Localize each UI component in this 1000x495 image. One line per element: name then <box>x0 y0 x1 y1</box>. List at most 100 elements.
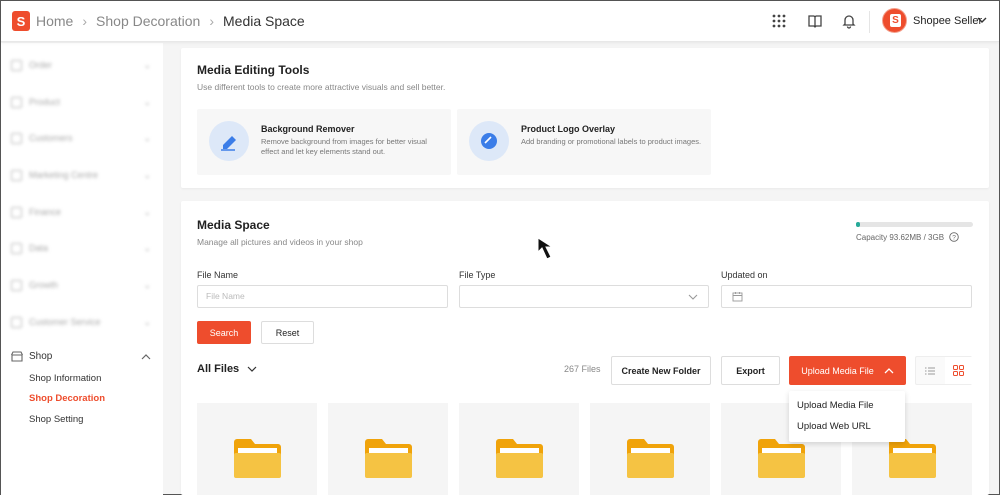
chevron-down-icon: ⌄ <box>143 59 151 70</box>
sidebar-item-shop-decoration[interactable]: Shop Decoration <box>29 393 105 404</box>
sidebar-item-finance[interactable]: Finance ⌄ <box>11 204 151 220</box>
tool-description: Add branding or promotional labels to pr… <box>521 137 702 146</box>
section-title: Media Editing Tools <box>197 63 310 77</box>
chevron-down-icon[interactable] <box>977 15 987 25</box>
section-description: Manage all pictures and videos in your s… <box>197 237 363 247</box>
chevron-down-icon: ⌄ <box>143 132 151 143</box>
sidebar-item-marketing[interactable]: Marketing Centre ⌄ <box>11 167 151 183</box>
order-icon <box>11 59 22 71</box>
chevron-down-icon: ⌄ <box>143 242 151 253</box>
folder-tile[interactable] <box>328 403 448 495</box>
breadcrumb-shop-decoration[interactable]: Shop Decoration <box>96 13 200 29</box>
sidebar-item-product[interactable]: Product ⌄ <box>11 94 151 110</box>
finance-icon <box>11 206 22 218</box>
chevron-down-icon <box>247 366 257 372</box>
sidebar-item-label: Product <box>29 97 61 107</box>
folder-icon <box>627 439 674 478</box>
chevron-right-icon: › <box>209 13 214 29</box>
chevron-down-icon: ⌄ <box>143 206 151 217</box>
folder-icon <box>758 439 805 478</box>
grid-view-button[interactable] <box>945 357 972 384</box>
capacity-text: Capacity 93.62MB / 3GB ? <box>856 232 960 242</box>
shop-icon <box>11 351 23 362</box>
file-name-label: File Name <box>197 270 239 280</box>
upload-media-file-button[interactable]: Upload Media File <box>789 356 906 385</box>
product-icon <box>11 96 22 108</box>
calendar-icon <box>732 292 743 302</box>
file-name-input[interactable]: File Name <box>197 285 448 308</box>
eraser-icon <box>209 121 249 161</box>
chevron-down-icon: ⌄ <box>143 96 151 107</box>
book-icon[interactable] <box>807 13 823 29</box>
product-logo-overlay-tool[interactable]: Product Logo Overlay Add branding or pro… <box>457 109 711 175</box>
folder-tile[interactable] <box>459 403 579 495</box>
folder-tile[interactable] <box>590 403 710 495</box>
chevron-down-icon <box>688 294 698 300</box>
folder-tile[interactable] <box>197 403 317 495</box>
view-toggle <box>915 356 972 385</box>
sidebar: Order ⌄ Product ⌄ Customers ⌄ Marketing Cen… <box>1 43 163 495</box>
apps-grid-icon[interactable] <box>771 13 787 29</box>
chevron-up-icon <box>884 367 894 373</box>
sidebar-item-order[interactable]: Order ⌄ <box>11 57 151 73</box>
sidebar-item-customers[interactable]: Customers ⌄ <box>11 130 151 146</box>
breadcrumb-home[interactable]: Home <box>36 13 73 29</box>
sidebar-item-shop-setting[interactable]: Shop Setting <box>29 414 83 425</box>
sidebar-item-label: Customer Service <box>29 317 101 327</box>
capacity-label: Capacity 93.62MB / 3GB <box>856 233 945 242</box>
breadcrumb: Home › Shop Decoration › Media Space <box>36 13 305 29</box>
help-icon[interactable]: ? <box>949 232 960 242</box>
customers-icon <box>11 132 22 144</box>
file-count: 267 Files <box>564 364 601 374</box>
upload-button-label: Upload Media File <box>801 365 874 376</box>
reset-button[interactable]: Reset <box>261 321 314 344</box>
shopee-logo-icon[interactable]: S <box>12 11 30 31</box>
tool-title: Product Logo Overlay <box>521 124 616 134</box>
avatar[interactable]: S <box>882 8 907 33</box>
svg-text:?: ? <box>952 234 956 241</box>
folder-icon <box>365 439 412 478</box>
media-space-card: Media Space Manage all pictures and vide… <box>181 201 989 495</box>
shopee-bag-icon: S <box>890 14 901 27</box>
sidebar-item-label: Finance <box>29 207 62 217</box>
sidebar-item-label: Order <box>29 60 53 70</box>
sidebar-item-shop-information[interactable]: Shop Information <box>29 373 101 384</box>
folder-icon <box>496 439 543 478</box>
data-icon <box>11 242 22 254</box>
list-view-icon[interactable] <box>925 366 935 376</box>
search-button[interactable]: Search <box>197 321 251 344</box>
export-button[interactable]: Export <box>721 356 780 385</box>
sidebar-item-growth[interactable]: Growth ⌄ <box>11 277 151 293</box>
growth-icon <box>11 279 22 291</box>
chevron-up-icon <box>141 353 151 359</box>
file-type-label: File Type <box>459 270 496 280</box>
grid-view-icon <box>953 365 964 376</box>
sidebar-item-label: Marketing Centre <box>29 170 99 180</box>
updated-on-date-picker[interactable] <box>721 285 972 308</box>
section-title: Media Space <box>197 218 270 232</box>
sidebar-item-customer-service[interactable]: Customer Service ⌄ <box>11 314 151 330</box>
background-remover-tool[interactable]: Background Remover Remove background fro… <box>197 109 451 175</box>
sidebar-item-shop[interactable]: Shop <box>11 351 151 362</box>
sidebar-item-label: Growth <box>29 280 59 290</box>
capacity-fill <box>856 222 860 227</box>
mouse-cursor-icon <box>537 237 554 260</box>
bell-icon[interactable] <box>841 13 857 29</box>
chevron-right-icon: › <box>82 13 88 29</box>
media-editing-tools-card: Media Editing Tools Use different tools … <box>181 48 989 188</box>
menu-item-upload-media-file[interactable]: Upload Media File <box>797 400 874 411</box>
top-bar: S Home › Shop Decoration › Media Space S… <box>1 1 999 42</box>
updated-on-label: Updated on <box>721 270 768 280</box>
headset-icon <box>11 316 22 328</box>
sidebar-item-data[interactable]: Data ⌄ <box>11 240 151 256</box>
all-files-label: All Files <box>197 363 240 375</box>
upload-dropdown-menu: Upload Media File Upload Web URL <box>789 391 905 442</box>
all-files-dropdown[interactable]: All Files <box>197 363 257 375</box>
divider <box>869 11 870 33</box>
sidebar-item-label: Customers <box>29 133 73 143</box>
file-type-select[interactable] <box>459 285 709 308</box>
sidebar-item-label: Data <box>29 243 49 253</box>
menu-item-upload-web-url[interactable]: Upload Web URL <box>797 421 871 432</box>
user-name[interactable]: Shopee Seller <box>913 15 982 27</box>
create-new-folder-button[interactable]: Create New Folder <box>611 356 711 385</box>
